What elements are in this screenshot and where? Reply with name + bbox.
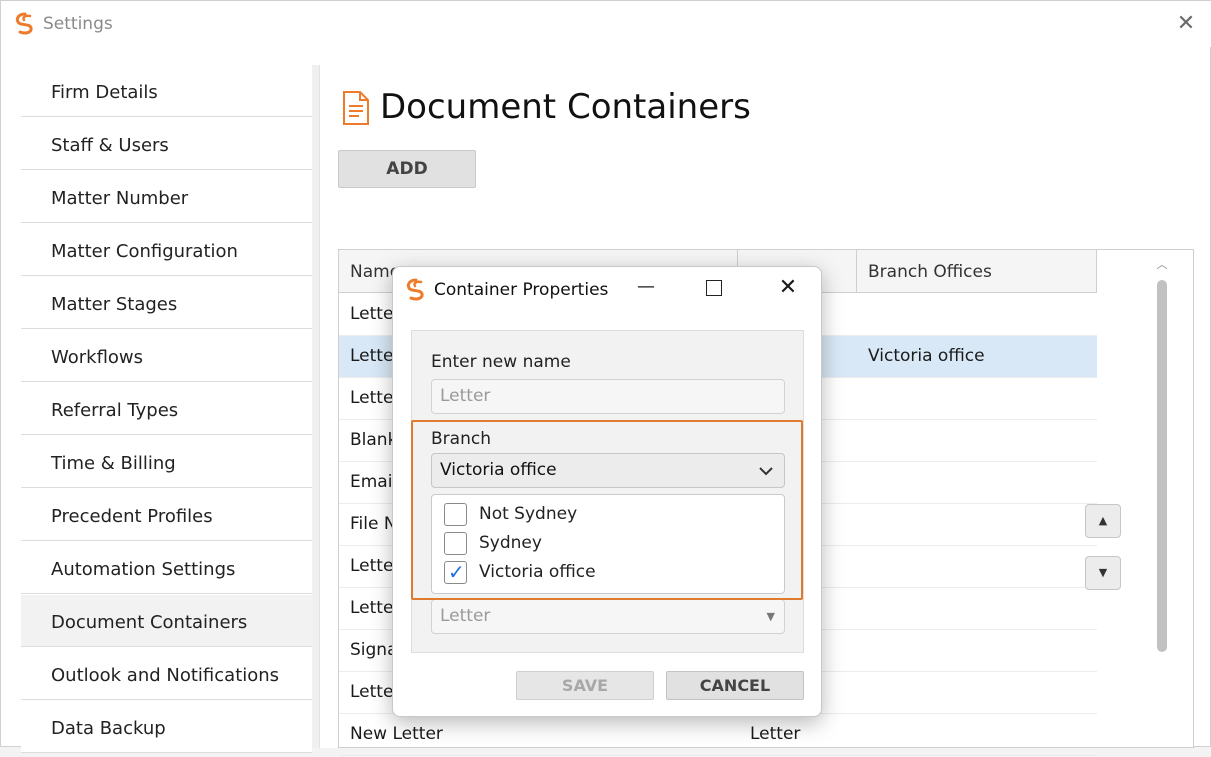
name-input[interactable]: Letter xyxy=(431,379,785,414)
dialog-close-icon[interactable]: ✕ xyxy=(775,273,801,303)
add-button[interactable]: ADD xyxy=(338,150,476,188)
table-scrollbar[interactable]: ︿ xyxy=(1156,256,1168,656)
branch-option-label: Victoria office xyxy=(479,562,596,582)
name-label: Enter new name xyxy=(431,352,571,372)
scroll-up-icon[interactable]: ︿ xyxy=(1156,256,1168,271)
branch-option-label: Not Sydney xyxy=(479,504,578,524)
sidebar-item-workflows[interactable]: Workflows xyxy=(21,330,312,382)
checkbox[interactable]: ✓ xyxy=(444,560,467,584)
sidebar-item-matter-stages[interactable]: Matter Stages xyxy=(21,277,312,329)
type-selected-value: Letter xyxy=(440,606,491,626)
move-up-button[interactable]: ▲ xyxy=(1085,504,1121,538)
document-icon xyxy=(343,91,369,125)
maximize-icon[interactable] xyxy=(706,280,722,296)
row-name-cell: Lette xyxy=(350,682,394,702)
sidebar-item-firm-details[interactable]: Firm Details xyxy=(21,65,312,117)
app-logo-icon xyxy=(406,278,424,301)
dialog-form-panel: Enter new name Letter Branch Victoria of… xyxy=(411,330,804,653)
cancel-button[interactable]: CANCEL xyxy=(666,671,804,700)
row-name-cell: New Letter xyxy=(350,724,443,744)
branch-label: Branch xyxy=(431,429,491,449)
app-logo-icon xyxy=(15,12,33,35)
save-button[interactable]: SAVE xyxy=(516,671,654,700)
sidebar-item-outlook-and-notifications[interactable]: Outlook and Notifications xyxy=(21,648,312,700)
scrollbar-thumb[interactable] xyxy=(1157,280,1167,652)
row-name-cell: Lette xyxy=(350,556,394,576)
checkbox[interactable] xyxy=(444,532,467,555)
sidebar-item-matter-configuration[interactable]: Matter Configuration xyxy=(21,224,312,276)
row-name-cell: Lette xyxy=(350,598,394,618)
checkmark-icon: ✓ xyxy=(448,560,465,584)
table-row[interactable]: New Letter Letter xyxy=(339,714,1097,756)
sidebar-item-document-containers[interactable]: Document Containers xyxy=(21,595,312,647)
sidebar-item-precedent-profiles[interactable]: Precedent Profiles xyxy=(21,489,312,541)
branch-option-label: Sydney xyxy=(479,533,542,553)
checkbox[interactable] xyxy=(444,503,467,526)
row-name-cell: Blank xyxy=(350,430,398,450)
column-header-branch-offices[interactable]: Branch Offices xyxy=(857,250,1097,293)
branch-selected-value: Victoria office xyxy=(440,460,557,480)
row-branch-cell: Victoria office xyxy=(868,346,985,366)
sidebar-item-matter-number[interactable]: Matter Number xyxy=(21,171,312,223)
row-name-cell: Signa xyxy=(350,640,398,660)
move-down-button[interactable]: ▼ xyxy=(1085,556,1121,590)
sidebar-item-automation-settings[interactable]: Automation Settings xyxy=(21,542,312,594)
row-name-cell: Lette xyxy=(350,346,394,366)
sidebar-item-referral-types[interactable]: Referral Types xyxy=(21,383,312,435)
row-name-cell: File N xyxy=(350,514,397,534)
row-name-cell: Email xyxy=(350,472,398,492)
settings-window: Settings ✕ Firm Details Staff & Users Matt… xyxy=(0,0,1211,756)
title-bar: Settings ✕ xyxy=(1,1,1211,47)
container-properties-dialog: Container Properties — ✕ Enter new name … xyxy=(392,266,822,717)
sidebar-item-data-backup[interactable]: Data Backup xyxy=(21,701,312,753)
page-title: Document Containers xyxy=(380,87,751,127)
type-dropdown[interactable]: Letter ▼ xyxy=(431,599,785,634)
sidebar-item-staff-users[interactable]: Staff & Users xyxy=(21,118,312,170)
minimize-icon[interactable]: — xyxy=(633,273,659,303)
dialog-title: Container Properties xyxy=(434,280,609,300)
close-window-button[interactable]: ✕ xyxy=(1173,11,1199,37)
settings-sidebar: Firm Details Staff & Users Matter Number Ma… xyxy=(21,65,312,753)
row-type-cell: Letter xyxy=(750,724,801,744)
row-name-cell: Lette xyxy=(350,304,394,324)
chevron-down-icon xyxy=(758,455,774,499)
branch-dropdown[interactable]: Victoria office xyxy=(431,453,785,488)
branch-options-list: Not Sydney Sydney ✓ Victoria office xyxy=(431,494,785,594)
caret-down-icon: ▼ xyxy=(766,610,775,623)
sidebar-item-time-billing[interactable]: Time & Billing xyxy=(21,436,312,488)
window-title: Settings xyxy=(43,14,113,34)
